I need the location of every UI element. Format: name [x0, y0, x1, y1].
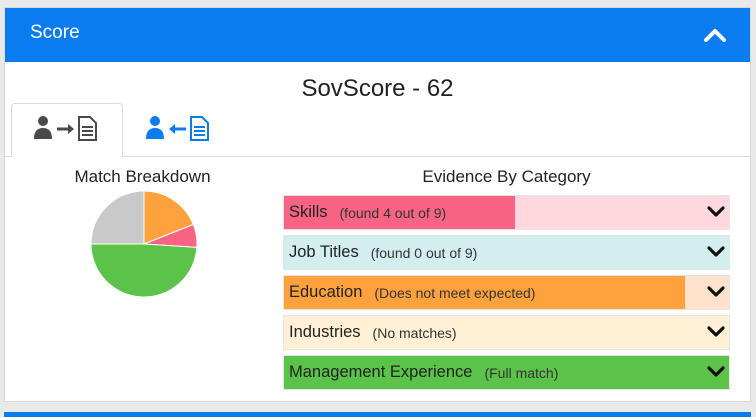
evidence-row-text: Skills (found 4 out of 9) — [289, 196, 446, 229]
match-breakdown-title: Match Breakdown — [74, 167, 211, 186]
person-from-document-icon — [146, 115, 212, 146]
evidence-category-name: Education — [289, 283, 363, 301]
pie-slice-2 — [90, 243, 198, 298]
evidence-row-industries[interactable]: Industries (No matches) — [283, 315, 730, 350]
score-title: SovScore - 62 — [301, 75, 454, 102]
evidence-row-text: Management Experience (Full match) — [289, 356, 558, 389]
evidence-category-name: Job Titles — [289, 243, 359, 261]
chevron-down-icon[interactable] — [707, 365, 725, 379]
chevron-down-icon[interactable] — [707, 285, 725, 299]
evidence-category-detail: (Full match) — [484, 364, 559, 381]
evidence-row-skills[interactable]: Skills (found 4 out of 9) — [283, 195, 730, 230]
evidence-title: Evidence By Category — [422, 167, 591, 186]
chevron-up-icon[interactable] — [702, 24, 728, 46]
evidence-category-name: Industries — [289, 323, 361, 341]
score-panel: Score SovScore - 62 Match Breakdown Evid… — [4, 7, 751, 402]
panel-title: Score — [30, 22, 80, 43]
tab-candidate-to-job[interactable] — [11, 103, 123, 157]
evidence-category-detail: (No matches) — [372, 324, 457, 341]
chevron-down-icon[interactable] — [707, 325, 725, 339]
evidence-row-education[interactable]: Education (Does not meet expected) — [283, 275, 730, 310]
chevron-down-icon[interactable] — [707, 245, 725, 259]
evidence-category-detail: (Does not meet expected) — [374, 284, 536, 301]
evidence-category-list: Skills (found 4 out of 9) Job Titles (found… — [283, 195, 730, 395]
evidence-category-name: Management Experience — [289, 363, 473, 381]
chevron-down-icon[interactable] — [707, 205, 725, 219]
next-panel-header-edge — [4, 412, 751, 417]
evidence-category-detail: (found 4 out of 9) — [339, 204, 447, 221]
panel-header: Score — [5, 8, 750, 62]
tab-job-to-candidate[interactable] — [123, 103, 235, 157]
evidence-row-text: Industries (No matches) — [289, 316, 457, 349]
evidence-category-detail: (found 0 out of 9) — [370, 244, 478, 261]
evidence-row-text: Job Titles (found 0 out of 9) — [289, 236, 477, 269]
evidence-category-name: Skills — [289, 203, 328, 221]
evidence-row-text: Education (Does not meet expected) — [289, 276, 535, 309]
evidence-row-job-titles[interactable]: Job Titles (found 0 out of 9) — [283, 235, 730, 270]
pie-slice-3 — [90, 190, 145, 245]
evidence-row-management-experience[interactable]: Management Experience (Full match) — [283, 355, 730, 390]
match-breakdown-pie-chart — [90, 190, 198, 298]
person-to-document-icon — [34, 115, 100, 146]
